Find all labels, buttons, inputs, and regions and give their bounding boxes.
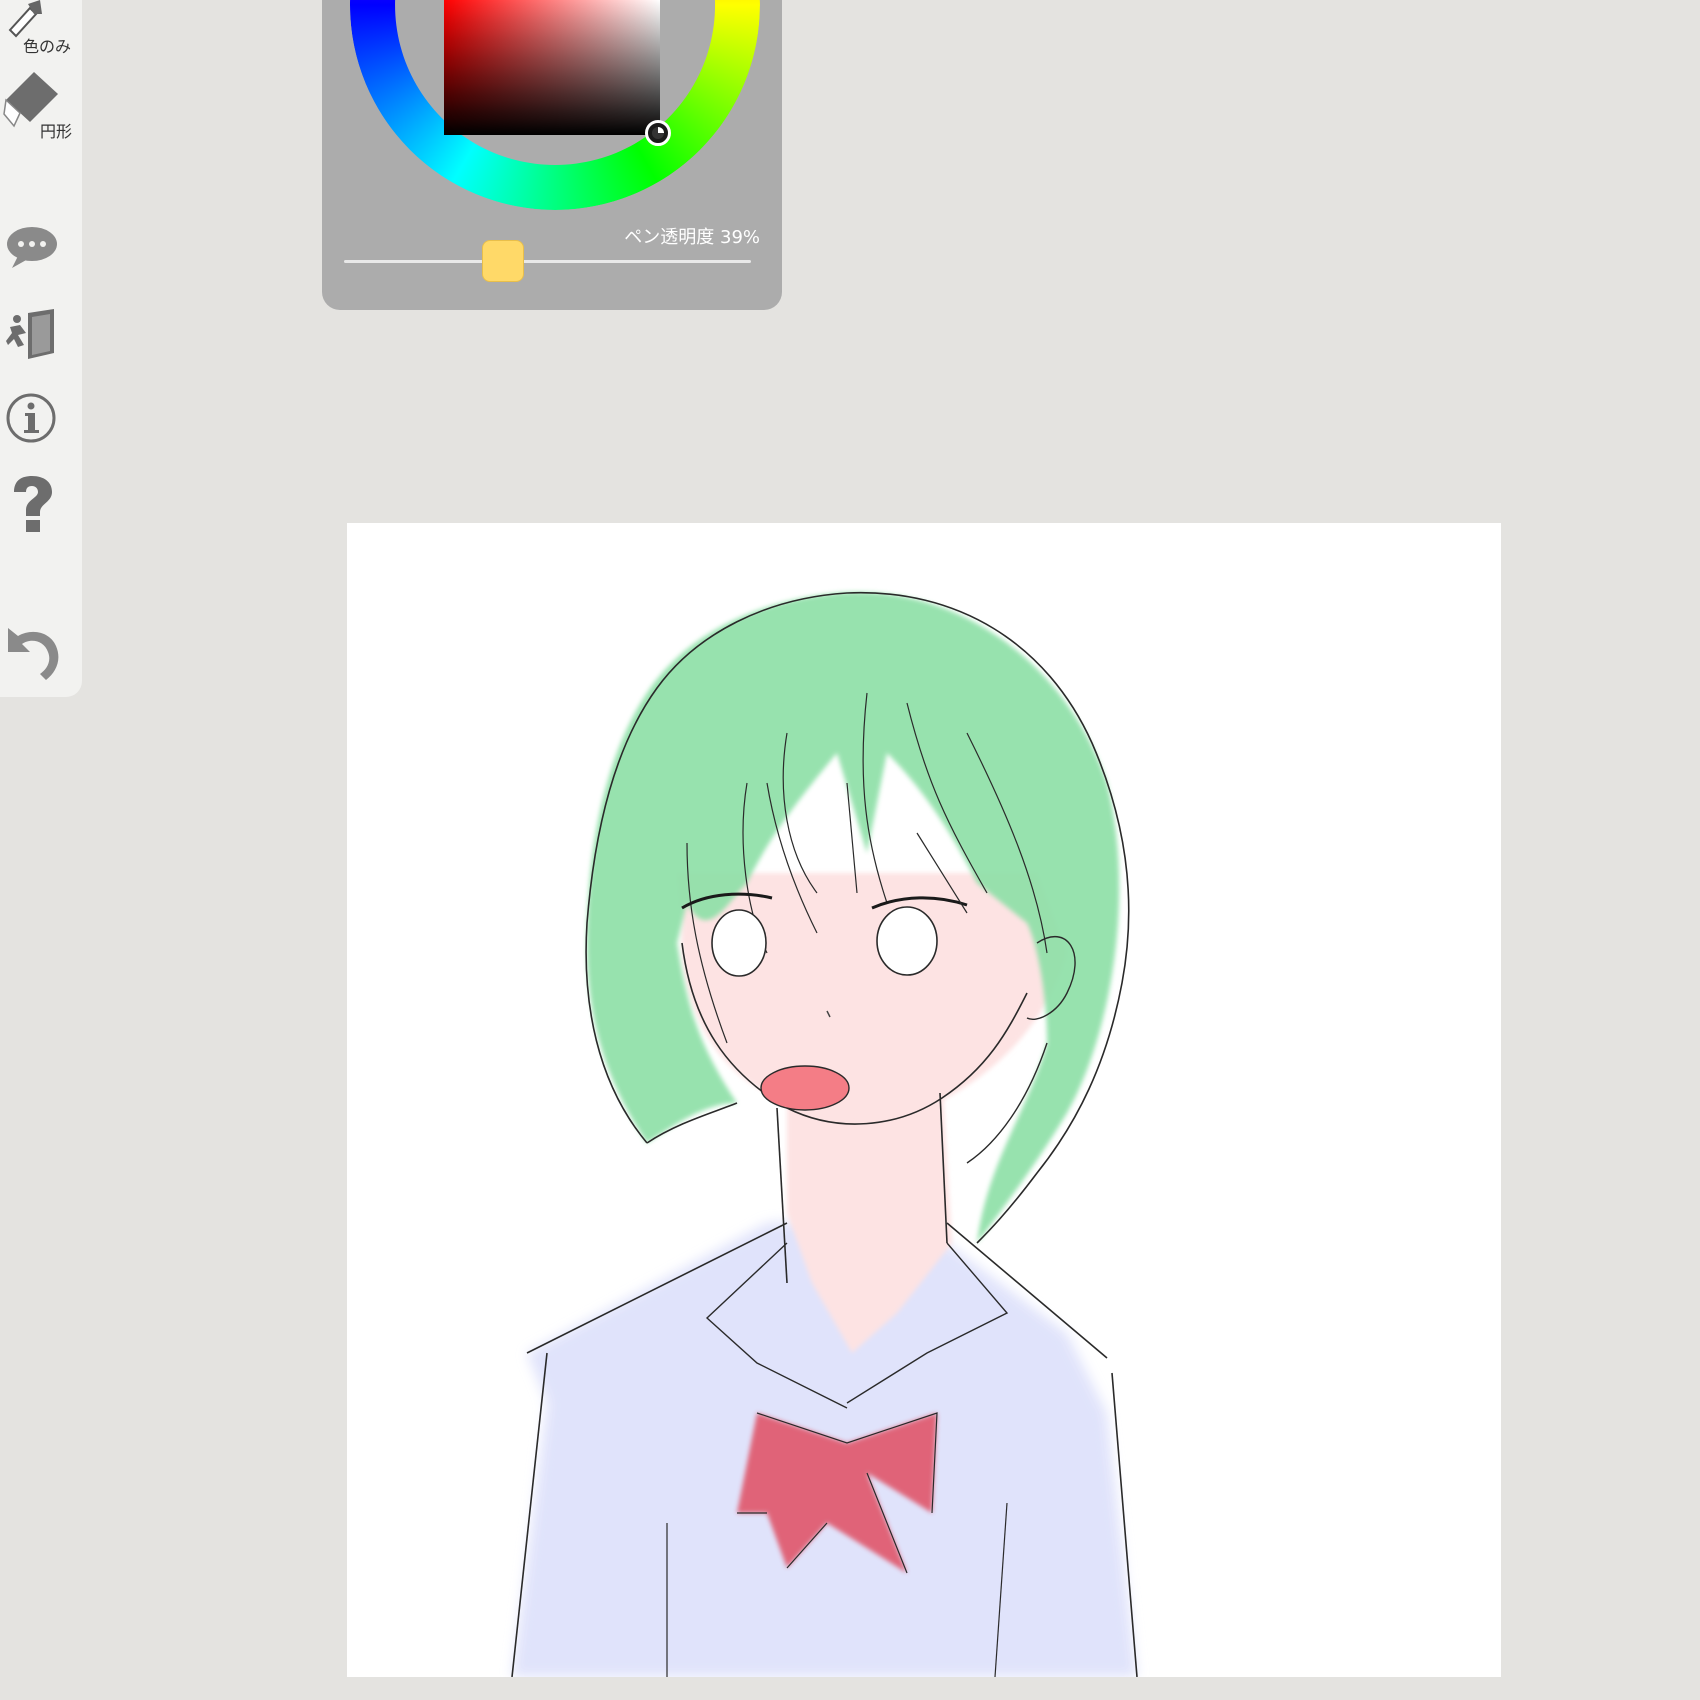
- question-mark-icon: [14, 476, 52, 532]
- left-eye: [711, 909, 767, 977]
- info-icon: [6, 393, 56, 443]
- pen-opacity-slider[interactable]: [344, 240, 751, 282]
- right-eye: [876, 906, 938, 976]
- undo-arrow-icon: [8, 628, 59, 680]
- eraser-mode-label: 円形: [40, 122, 73, 141]
- pen-opacity-slider-thumb[interactable]: [481, 240, 524, 282]
- undo-button[interactable]: [0, 622, 82, 684]
- chat-button[interactable]: [0, 222, 82, 272]
- color-selector-handle[interactable]: [645, 120, 671, 146]
- eyedropper-mode-label: 色のみ: [23, 37, 72, 56]
- chat-bubble-icon: [7, 227, 57, 268]
- help-button[interactable]: [0, 474, 82, 536]
- eraser-tool-button[interactable]: 円形: [0, 68, 82, 143]
- artwork-anime-girl: [511, 591, 1138, 1677]
- info-button[interactable]: [0, 390, 82, 446]
- pen-opacity-label: ペン透明度 39%: [624, 227, 760, 248]
- drawing-canvas[interactable]: [347, 523, 1501, 1677]
- saturation-value-square[interactable]: [444, 0, 660, 135]
- mouth: [760, 1065, 850, 1111]
- left-toolbar: 色のみ 円形: [0, 0, 82, 697]
- exit-button[interactable]: [0, 305, 82, 365]
- color-picker-panel: ペン透明度 39%: [322, 0, 782, 310]
- eyedropper-tool-button[interactable]: 色のみ: [0, 0, 82, 58]
- exit-door-icon: [6, 309, 54, 359]
